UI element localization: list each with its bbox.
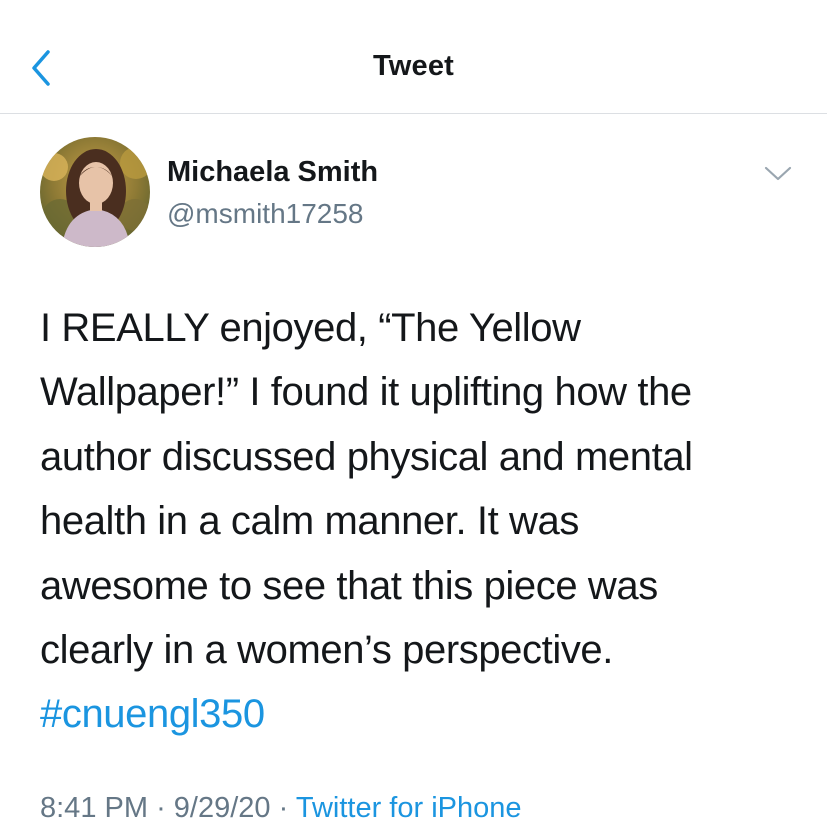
chevron-down-icon xyxy=(764,166,792,181)
author-name[interactable]: Michaela Smith xyxy=(167,156,378,189)
tweet-menu-button[interactable] xyxy=(761,160,795,186)
tweet-text-line: author discussed physical and mental xyxy=(40,434,693,479)
avatar[interactable] xyxy=(40,137,150,247)
tweet-meta: 8:41 PM · 9/29/20 · Twitter for iPhone xyxy=(40,792,522,825)
tweet-date: 9/29/20 xyxy=(173,792,271,824)
tweet-text-line: health in a calm manner. It was xyxy=(40,499,579,544)
tweet-text-line: Wallpaper!” I found it uplifting how the xyxy=(40,370,692,415)
tweet-time: 8:41 PM xyxy=(40,792,148,824)
hashtag-link[interactable]: #cnuengl350 xyxy=(40,682,800,746)
tweet-text-line: clearly in a women’s perspective. xyxy=(40,628,613,673)
tweet-text-line: I REALLY enjoyed, “The Yellow xyxy=(40,306,581,350)
source-link[interactable]: Twitter for iPhone xyxy=(296,792,522,824)
tweet-text: I REALLY enjoyed, “The Yellow Wallpaper!… xyxy=(40,296,800,747)
page-title: Tweet xyxy=(372,50,455,82)
tweet-text-line: awesome to see that this piece was xyxy=(40,563,658,608)
author-handle[interactable]: @msmith17258 xyxy=(167,198,364,230)
top-bar: Tweet xyxy=(0,0,827,114)
profile-photo xyxy=(40,137,150,247)
meta-separator: · xyxy=(156,792,166,824)
meta-separator: · xyxy=(278,792,289,824)
